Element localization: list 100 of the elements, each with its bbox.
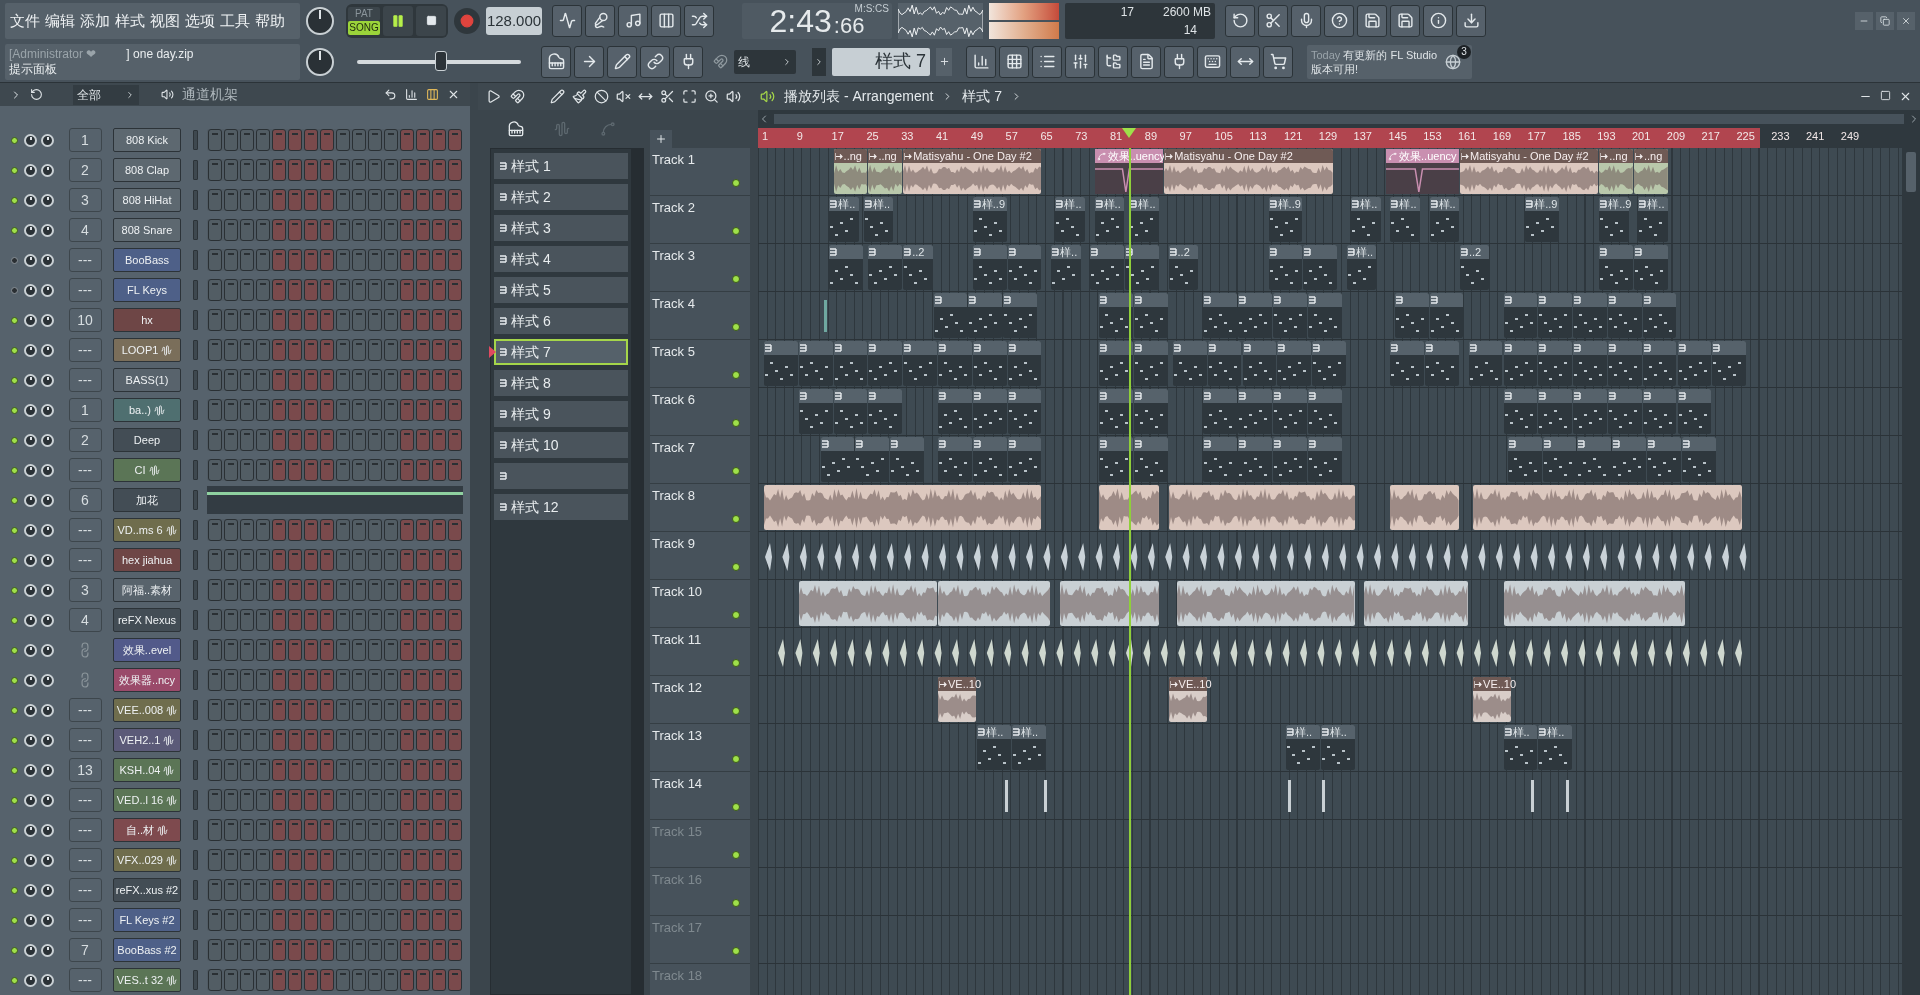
mixer-track-number[interactable]: 3 (68, 188, 102, 212)
pattern-item[interactable]: 样式 12 (494, 494, 628, 520)
channel-name-button[interactable]: 自..材 (113, 818, 181, 842)
mixer-track-number[interactable]: 2 (68, 428, 102, 452)
channel-name-button[interactable]: Deep (113, 428, 181, 452)
track-header[interactable]: Track 10 (650, 580, 750, 628)
mixer-track-number[interactable]: --- (68, 788, 102, 812)
mixer-track-number[interactable]: --- (68, 908, 102, 932)
channel-name-button[interactable]: VFX..029 (113, 848, 181, 872)
channel-name-button[interactable]: VEE..008 (113, 698, 181, 722)
mixer-track-number[interactable]: 10 (68, 308, 102, 332)
mixer-track-number[interactable]: 2 (68, 158, 102, 182)
channel-name-button[interactable]: reFX Nexus (113, 608, 181, 632)
channel-name-button[interactable]: VES..t 32 (113, 968, 181, 992)
news-panel[interactable]: Today 有更新的 FL Studio 版本可用! 3 (1307, 44, 1472, 79)
menu-item[interactable]: 文件 (10, 9, 40, 32)
pattern-clip[interactable]: ..2 (1168, 245, 1198, 290)
audio-clip[interactable]: ..ng (868, 149, 903, 194)
mixer-track-number[interactable]: --- (68, 458, 102, 482)
channel-name-button[interactable]: 效果..evel (113, 638, 181, 662)
track-header[interactable]: Track 4 (650, 292, 750, 340)
mixer-track-number[interactable]: --- (68, 968, 102, 992)
pattern-clip[interactable]: 样.. (1129, 197, 1159, 242)
channel-name-button[interactable]: VEH2..1 (113, 728, 181, 752)
audio-clip[interactable]: Matisyahu - One Day #2 (903, 149, 1042, 194)
mixer-track-number[interactable]: --- (68, 518, 102, 542)
track-header[interactable]: Track 3 (650, 244, 750, 292)
menu-item[interactable]: 编辑 (45, 9, 75, 32)
channel-name-button[interactable]: BASS(1) (113, 368, 181, 392)
pattern-clip[interactable]: 样.. (1011, 725, 1046, 770)
pattern-clip[interactable]: 样..9 (972, 197, 1007, 242)
mixer-track-number[interactable]: --- (68, 878, 102, 902)
channel-name-button[interactable]: 效果器..ncy (113, 668, 181, 692)
track-header[interactable]: Track 1 (650, 148, 750, 196)
channel-name-button[interactable]: 808 Clap (113, 158, 181, 182)
pattern-item[interactable]: 样式 3 (494, 215, 628, 241)
channel-name-button[interactable]: LOOP1 (113, 338, 181, 362)
menu-item[interactable]: 添加 (80, 9, 110, 32)
mixer-track-number[interactable]: --- (68, 728, 102, 752)
pattern-clip[interactable]: 样.. (1346, 245, 1377, 290)
menu-item[interactable]: 选项 (185, 9, 215, 32)
pattern-clip[interactable]: ..2 (1460, 245, 1490, 290)
pattern-selector[interactable]: 样式 7 (832, 47, 930, 76)
menu-item[interactable]: 工具 (220, 9, 250, 32)
channel-name-button[interactable]: VD..ms 6 (113, 518, 181, 542)
menu-item[interactable]: 视图 (150, 9, 180, 32)
pattern-item[interactable]: 样式 8 (494, 370, 628, 396)
channel-name-button[interactable]: 加花 (113, 488, 181, 512)
pattern-item[interactable]: 样式 1 (494, 153, 628, 179)
channel-name-button[interactable]: BooBass #2 (113, 938, 181, 962)
channel-name-button[interactable]: 808 Snare (113, 218, 181, 242)
mixer-track-number[interactable]: --- (68, 338, 102, 362)
audio-clip[interactable]: ..ng (1599, 149, 1633, 194)
mixer-track-number[interactable]: 1 (68, 398, 102, 422)
track-header[interactable]: Track 13 (650, 724, 750, 772)
mixer-track-number[interactable]: --- (68, 698, 102, 722)
pattern-clip[interactable]: 样.. (1286, 725, 1320, 770)
audio-clip[interactable]: Matisyahu - One Day #2 (1460, 149, 1599, 194)
mixer-track-number[interactable]: --- (68, 248, 102, 272)
pattern-clip[interactable]: 样.. (1055, 197, 1085, 242)
mixer-track-number[interactable]: --- (68, 278, 102, 302)
channel-name-button[interactable]: ba..) (113, 398, 181, 422)
pattern-item[interactable]: 样式 6 (494, 308, 628, 334)
pattern-clip[interactable]: 样.. (864, 197, 894, 242)
audio-clip[interactable]: Matisyahu - One Day #2 (1164, 149, 1333, 194)
channel-name-button[interactable]: reFX..xus #2 (113, 878, 181, 902)
channel-name-button[interactable]: hx (113, 308, 181, 332)
channel-name-button[interactable]: FL Keys (113, 278, 181, 302)
mixer-track-number[interactable]: --- (68, 848, 102, 872)
snap-dropdown[interactable]: 线 (734, 49, 796, 74)
filter-dropdown[interactable]: 全部 (73, 84, 139, 105)
pattern-clip[interactable]: 样.. (1503, 725, 1538, 770)
channel-name-button[interactable]: 808 Kick (113, 128, 181, 152)
pattern-item[interactable]: 样式 5 (494, 277, 628, 303)
channel-name-button[interactable]: hex jiahua (113, 548, 181, 572)
pattern-item[interactable]: 样式 10 (494, 432, 628, 458)
track-header[interactable]: Track 5 (650, 340, 750, 388)
track-header[interactable]: Track 12 (650, 676, 750, 724)
track-header[interactable]: Track 7 (650, 436, 750, 484)
track-header[interactable]: Track 9 (650, 532, 750, 580)
mixer-track-number[interactable]: 7 (68, 938, 102, 962)
timeline-ruler[interactable]: 1 9 17 25 33 41 49 57 65 73 81 89 97 105 113 121 129 137 145 153 161 169 177 185 193 201 209 217 225 233 241 249 (758, 128, 1920, 148)
channel-name-button[interactable]: VED..l 16 (113, 788, 181, 812)
track-header[interactable]: Track 11 (650, 628, 750, 676)
mixer-track-number[interactable]: 1 (68, 128, 102, 152)
tempo-display[interactable]: 128.000 (486, 6, 542, 35)
mixer-track-number[interactable]: 6 (68, 488, 102, 512)
mixer-track-number[interactable]: --- (68, 818, 102, 842)
pattern-clip[interactable]: 样.. (1538, 725, 1573, 770)
track-header[interactable]: Track 6 (650, 388, 750, 436)
pattern-clip[interactable]: 样.. (1351, 197, 1381, 242)
menu-item[interactable]: 样式 (115, 9, 145, 32)
track-header[interactable]: Track 2 (650, 196, 750, 244)
audio-clip[interactable]: ..ng (833, 149, 868, 194)
channel-name-button[interactable]: 阿福..素材 (113, 578, 181, 602)
channel-name-button[interactable]: BooBass (113, 248, 181, 272)
channel-name-button[interactable]: FL Keys #2 (113, 908, 181, 932)
channel-name-button[interactable]: 808 HiHat (113, 188, 181, 212)
track-header[interactable]: Track 14 (650, 772, 750, 820)
pattern-clip[interactable]: 样.. (1320, 725, 1355, 770)
